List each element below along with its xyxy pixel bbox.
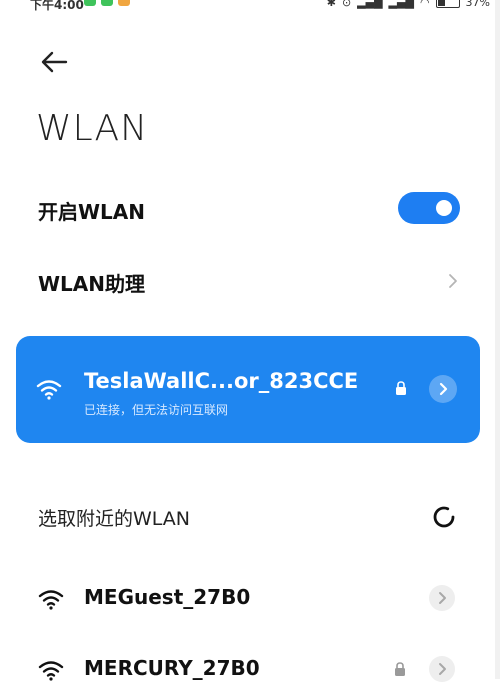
connected-network-ssid: TeslaWallC...or_823CCE	[84, 369, 359, 393]
wifi-status-icon: ◠	[419, 0, 430, 9]
battery-icon	[435, 0, 460, 8]
status-time: 下午4:00	[30, 0, 84, 12]
page-title: WLAN	[36, 108, 149, 149]
wlan-assistant-row[interactable]: WLAN助理	[0, 256, 500, 306]
signal-icon: ▂▄▆	[357, 0, 383, 9]
alarm-icon: ⊙	[341, 0, 352, 9]
enable-wlan-toggle[interactable]	[398, 192, 460, 224]
refresh-icon[interactable]	[431, 504, 457, 530]
connected-network-status: 已连接，但无法访问互联网	[84, 403, 229, 417]
status-bar: 下午4:00 ··· ✱ ⊙ ▂▄▆ ▂▄▆ ◠ 37%	[0, 0, 500, 14]
arrow-left-icon	[41, 51, 68, 73]
bluetooth-icon: ✱	[326, 0, 336, 9]
network-name: MEGuest_27B0	[84, 585, 251, 609]
wifi-icon	[38, 661, 64, 681]
app-notification-icon	[118, 0, 130, 6]
chevron-right-icon	[439, 663, 446, 675]
more-notifications-icon: ···	[172, 0, 189, 8]
toggle-knob	[436, 200, 452, 216]
network-name: MERCURY_27B0	[84, 656, 260, 680]
network-detail-button[interactable]	[429, 585, 455, 611]
network-list-item[interactable]: MERCURY_27B0	[0, 641, 500, 697]
lock-icon	[396, 381, 406, 395]
screen-edge	[495, 0, 500, 679]
back-button[interactable]	[38, 48, 70, 76]
connected-network-card[interactable]: TeslaWallC...or_823CCE 已连接，但无法访问互联网	[16, 336, 480, 443]
chevron-right-icon	[439, 592, 446, 604]
wlan-assistant-label: WLAN助理	[38, 272, 146, 296]
network-detail-button[interactable]	[429, 656, 455, 682]
chevron-right-icon	[439, 382, 448, 396]
network-list-item[interactable]: MEGuest_27B0	[0, 570, 500, 626]
battery-percent: 37%	[465, 0, 490, 9]
app-notification-icon	[84, 0, 96, 6]
chevron-right-icon	[449, 274, 457, 288]
status-indicators: ✱ ⊙ ▂▄▆ ▂▄▆ ◠ 37%	[327, 0, 490, 9]
wifi-icon	[38, 590, 64, 610]
network-detail-button[interactable]	[429, 375, 457, 403]
nearby-wlan-header: 选取附近的WLAN	[38, 508, 191, 530]
app-notification-icon	[101, 0, 113, 6]
lock-icon	[395, 662, 405, 676]
wifi-icon	[36, 380, 62, 400]
enable-wlan-label: 开启WLAN	[38, 200, 146, 224]
signal-icon: ▂▄▆	[388, 0, 414, 9]
